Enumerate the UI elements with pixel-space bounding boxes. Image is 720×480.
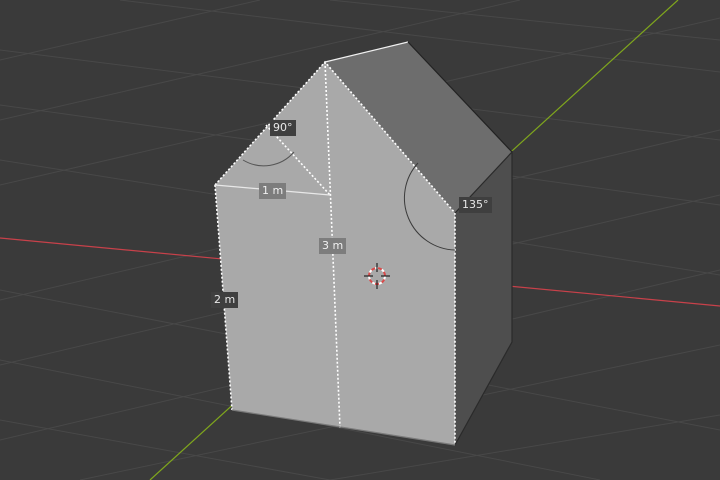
3d-viewport[interactable]: 90° 135° 1 m 3 m 2 m <box>0 0 720 480</box>
length-label-height-center: 3 m <box>319 238 347 254</box>
viewport-scene[interactable] <box>0 0 720 480</box>
angle-label-90: 90° <box>270 120 296 136</box>
length-label-width: 1 m <box>259 183 287 199</box>
length-label-height-left: 2 m <box>211 292 239 308</box>
angle-label-135: 135° <box>459 197 492 213</box>
